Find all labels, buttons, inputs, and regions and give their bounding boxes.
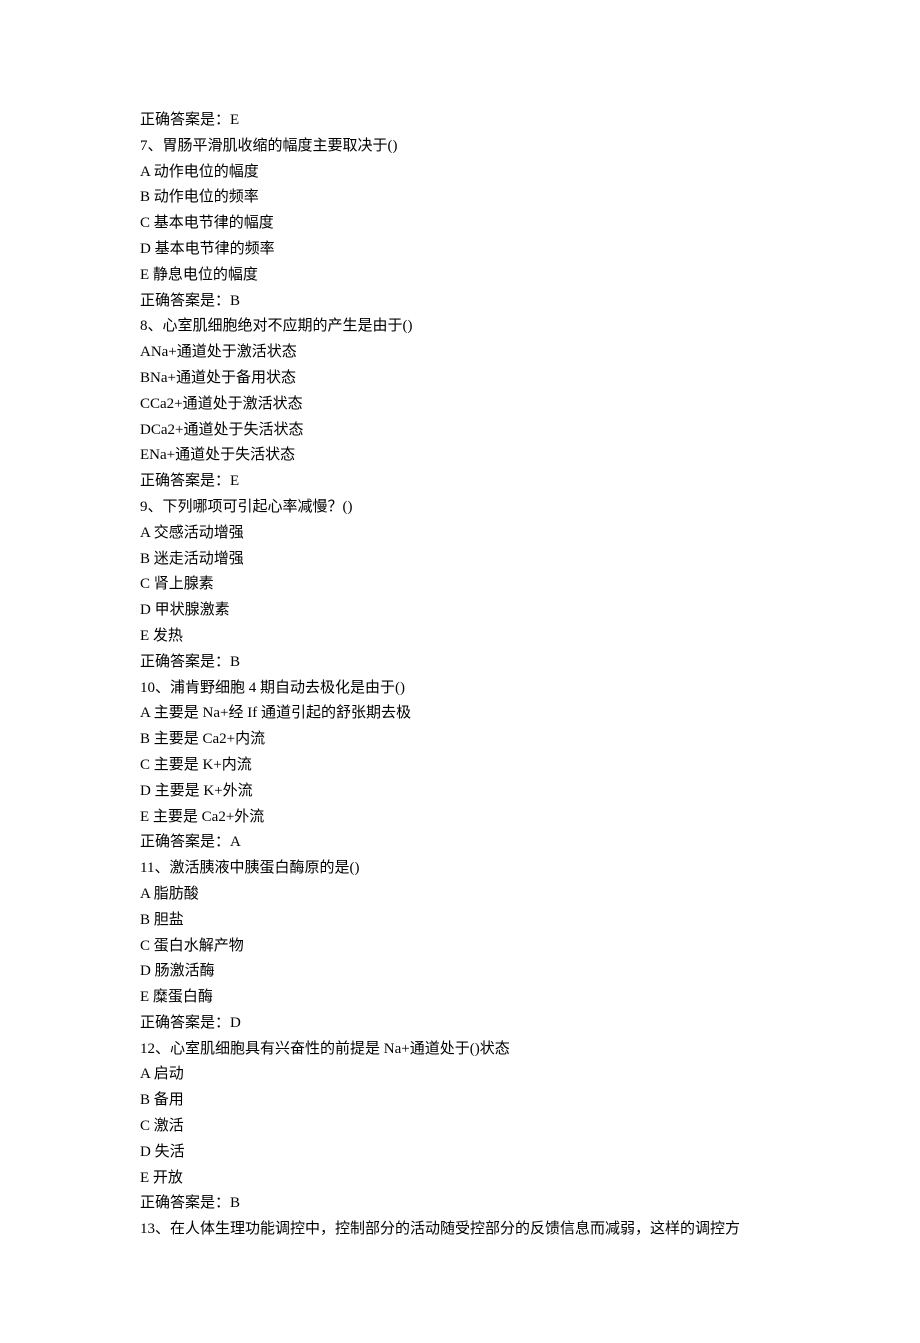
question-stem: 7、胃肠平滑肌收缩的幅度主要取决于() bbox=[140, 134, 780, 160]
option-line: B 动作电位的频率 bbox=[140, 185, 780, 211]
option-line: A 脂肪酸 bbox=[140, 882, 780, 908]
question-stem: 8、心室肌细胞绝对不应期的产生是由于() bbox=[140, 314, 780, 340]
option-line: E 静息电位的幅度 bbox=[140, 263, 780, 289]
option-line: D 肠激活酶 bbox=[140, 959, 780, 985]
option-line: CCa2+通道处于激活状态 bbox=[140, 392, 780, 418]
question-stem: 10、浦肯野细胞 4 期自动去极化是由于() bbox=[140, 676, 780, 702]
question-stem: 9、下列哪项可引起心率减慢？() bbox=[140, 495, 780, 521]
option-line: B 备用 bbox=[140, 1088, 780, 1114]
option-line: B 胆盐 bbox=[140, 908, 780, 934]
answer-line: 正确答案是：B bbox=[140, 1191, 780, 1217]
option-line: D 主要是 K+外流 bbox=[140, 779, 780, 805]
option-line: ENa+通道处于失活状态 bbox=[140, 443, 780, 469]
option-line: E 发热 bbox=[140, 624, 780, 650]
option-line: E 主要是 Ca2+外流 bbox=[140, 805, 780, 831]
option-line: D 基本电节律的频率 bbox=[140, 237, 780, 263]
option-line: DCa2+通道处于失活状态 bbox=[140, 418, 780, 444]
question-stem: 11、激活胰液中胰蛋白酶原的是() bbox=[140, 856, 780, 882]
option-line: B 迷走活动增强 bbox=[140, 547, 780, 573]
option-line: C 主要是 K+内流 bbox=[140, 753, 780, 779]
option-line: C 肾上腺素 bbox=[140, 572, 780, 598]
answer-line: 正确答案是：A bbox=[140, 830, 780, 856]
option-line: A 动作电位的幅度 bbox=[140, 160, 780, 186]
option-line: E 开放 bbox=[140, 1166, 780, 1192]
option-line: BNa+通道处于备用状态 bbox=[140, 366, 780, 392]
option-line: E 糜蛋白酶 bbox=[140, 985, 780, 1011]
option-line: B 主要是 Ca2+内流 bbox=[140, 727, 780, 753]
option-line: ANa+通道处于激活状态 bbox=[140, 340, 780, 366]
option-line: A 交感活动增强 bbox=[140, 521, 780, 547]
answer-line: 正确答案是：E bbox=[140, 469, 780, 495]
answer-line: 正确答案是：D bbox=[140, 1011, 780, 1037]
answer-line: 正确答案是：B bbox=[140, 650, 780, 676]
question-stem: 13、在人体生理功能调控中，控制部分的活动随受控部分的反馈信息而减弱，这样的调控… bbox=[140, 1217, 780, 1243]
option-line: D 失活 bbox=[140, 1140, 780, 1166]
question-stem: 12、心室肌细胞具有兴奋性的前提是 Na+通道处于()状态 bbox=[140, 1037, 780, 1063]
answer-line: 正确答案是：E bbox=[140, 108, 780, 134]
option-line: C 激活 bbox=[140, 1114, 780, 1140]
answer-line: 正确答案是：B bbox=[140, 289, 780, 315]
option-line: A 启动 bbox=[140, 1062, 780, 1088]
option-line: C 基本电节律的幅度 bbox=[140, 211, 780, 237]
option-line: C 蛋白水解产物 bbox=[140, 934, 780, 960]
option-line: D 甲状腺激素 bbox=[140, 598, 780, 624]
option-line: A 主要是 Na+经 If 通道引起的舒张期去极 bbox=[140, 701, 780, 727]
document-page: 正确答案是：E 7、胃肠平滑肌收缩的幅度主要取决于() A 动作电位的幅度 B … bbox=[0, 0, 920, 1343]
